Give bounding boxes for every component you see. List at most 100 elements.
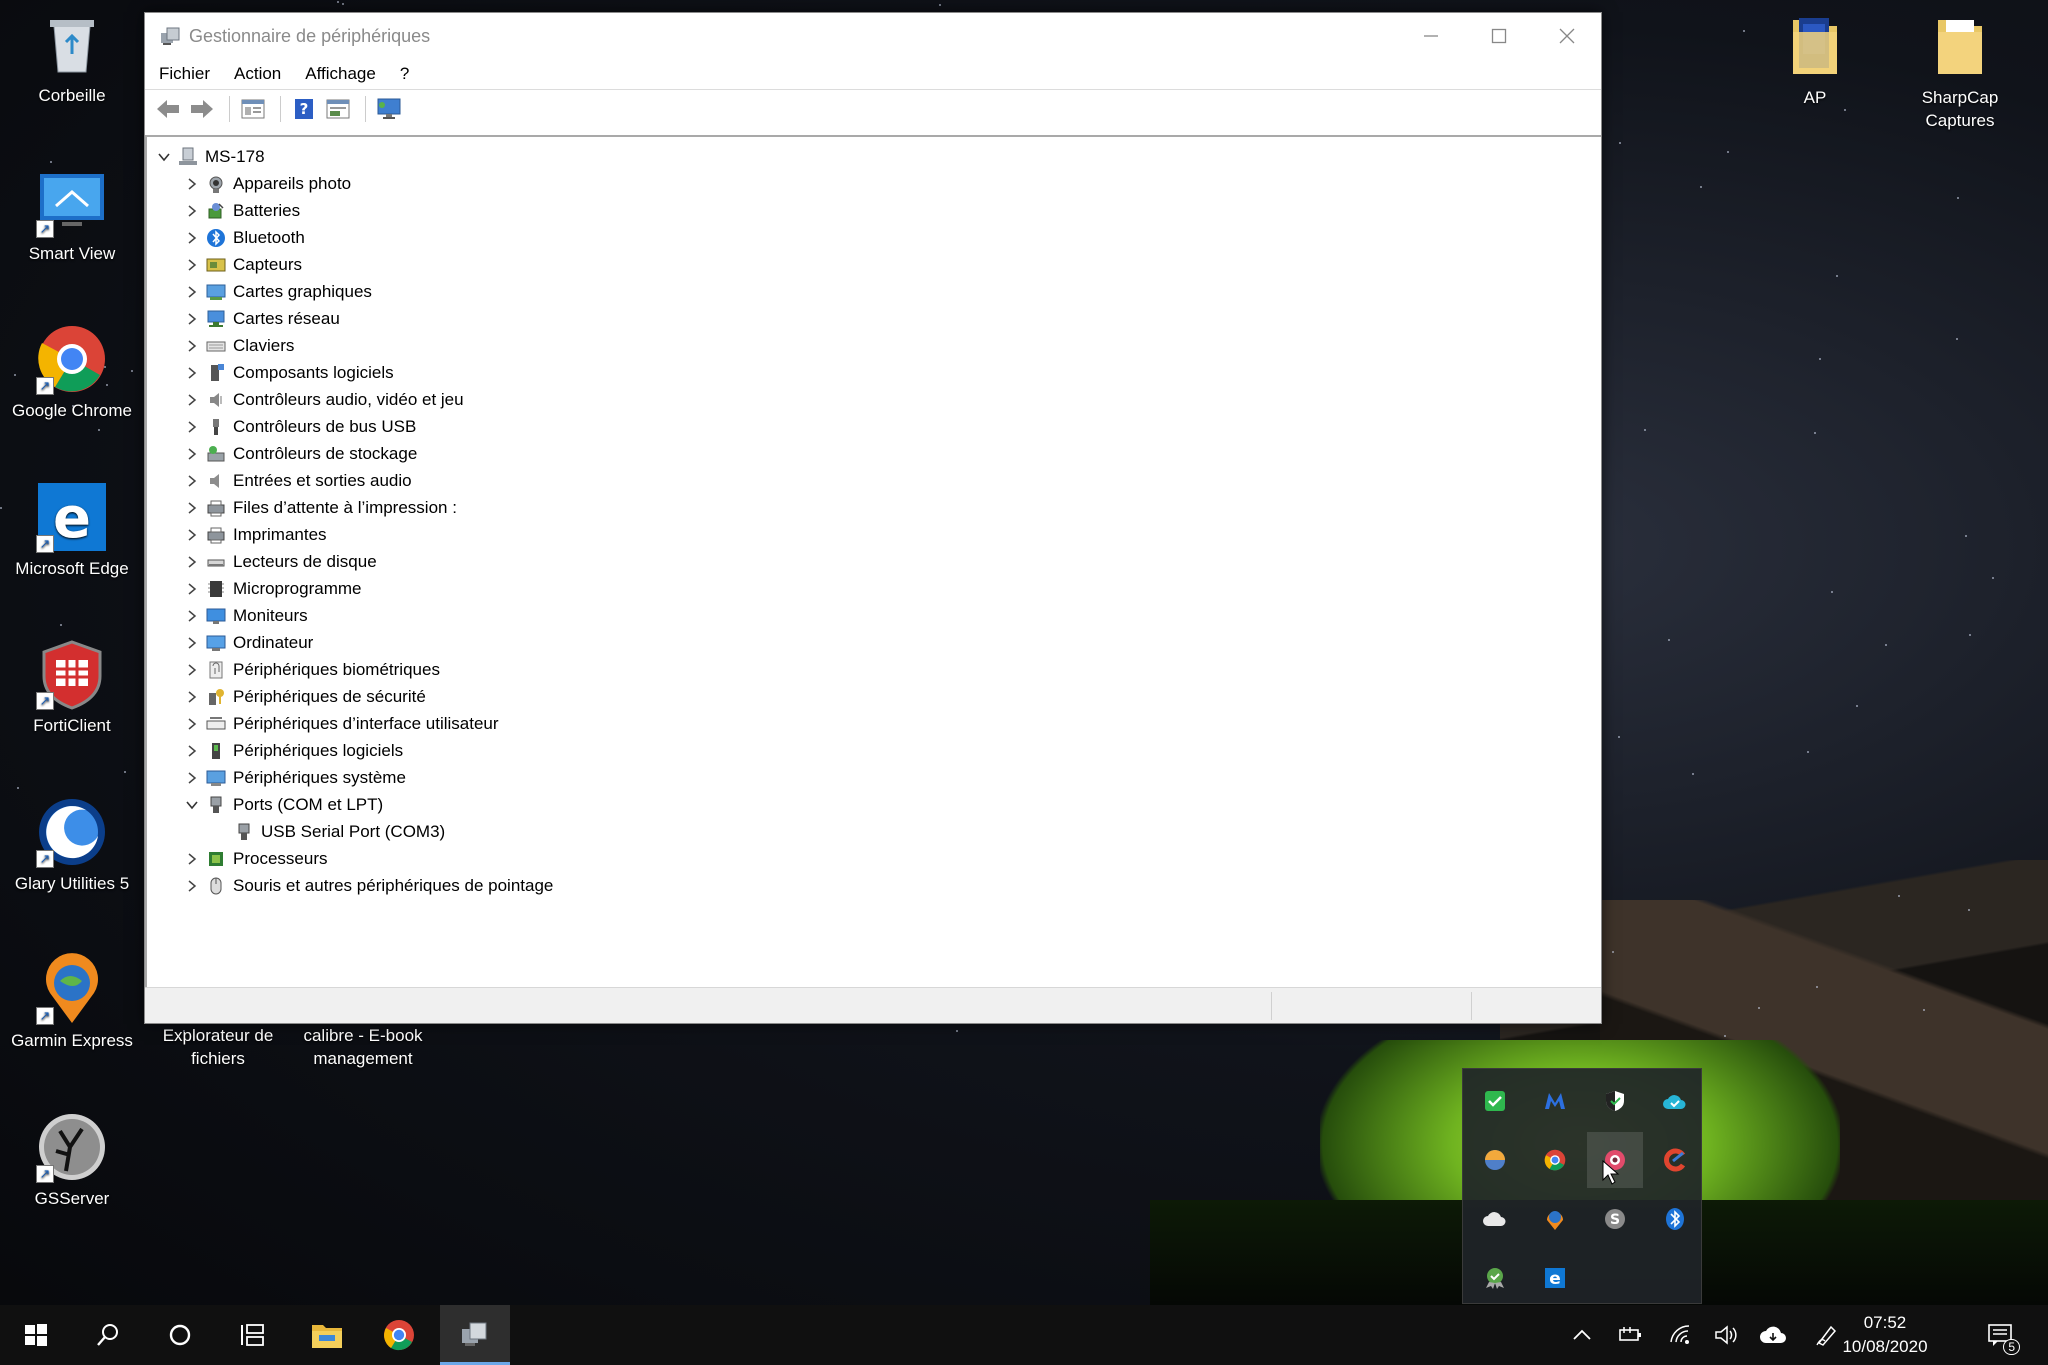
tray-cloud[interactable]: [1752, 1305, 1794, 1365]
minimize-button[interactable]: [1397, 13, 1465, 59]
maximize-button[interactable]: [1465, 13, 1533, 59]
close-button[interactable]: [1533, 13, 1601, 59]
taskbar-chrome[interactable]: [363, 1305, 435, 1365]
desktop-icon-forticlient[interactable]: ↗ FortiClient: [2, 638, 142, 737]
tree-node[interactable]: Périphériques d’interface utilisateur: [147, 710, 1601, 737]
tree-node[interactable]: Cartes graphiques: [147, 278, 1601, 305]
chevron-right-icon[interactable]: [183, 607, 201, 625]
tree-node[interactable]: Microprogramme: [147, 575, 1601, 602]
show-hidden-icons-button[interactable]: [1562, 1305, 1602, 1365]
chevron-right-icon[interactable]: [183, 580, 201, 598]
tree-node[interactable]: Appareils photo: [147, 170, 1601, 197]
security-check-icon[interactable]: [1467, 1073, 1523, 1129]
tree-node[interactable]: Ports (COM et LPT): [147, 791, 1601, 818]
chevron-right-icon[interactable]: [183, 526, 201, 544]
properties-icon[interactable]: [238, 94, 268, 124]
chevron-right-icon[interactable]: [183, 283, 201, 301]
chevron-right-icon[interactable]: [183, 715, 201, 733]
task-view-button[interactable]: [216, 1305, 288, 1365]
search-button[interactable]: [72, 1305, 144, 1365]
tray-wifi[interactable]: [1660, 1305, 1702, 1365]
chevron-right-icon[interactable]: [183, 472, 201, 490]
chevron-right-icon[interactable]: [183, 175, 201, 193]
chevron-right-icon[interactable]: [183, 553, 201, 571]
desktop-icon-sharpcap-captures[interactable]: SharpCap Captures: [1890, 10, 2030, 132]
desktop-icon-google-chrome[interactable]: ↗ Google Chrome: [2, 323, 142, 422]
tree-node[interactable]: Ordinateur: [147, 629, 1601, 656]
tree-root[interactable]: MS-178: [147, 143, 1601, 170]
tree-node[interactable]: Lecteurs de disque: [147, 548, 1601, 575]
chevron-right-icon[interactable]: [183, 229, 201, 247]
garmin-icon[interactable]: [1527, 1191, 1583, 1247]
chevron-right-icon[interactable]: [183, 202, 201, 220]
menu-action[interactable]: Action: [234, 64, 281, 84]
onedrive-icon[interactable]: [1467, 1191, 1523, 1247]
desktop-icon-corbeille[interactable]: Corbeille: [2, 8, 142, 107]
tree-node[interactable]: Claviers: [147, 332, 1601, 359]
chevron-right-icon[interactable]: [183, 391, 201, 409]
tree-node[interactable]: Cartes réseau: [147, 305, 1601, 332]
chevron-right-icon[interactable]: [183, 337, 201, 355]
desktop-icon-calibre[interactable]: calibre - E-book management: [293, 1024, 433, 1070]
cloud-check-icon[interactable]: [1647, 1073, 1703, 1129]
desktop-icon-file-explorer[interactable]: Explorateur de fichiers: [148, 1024, 288, 1070]
tree-node[interactable]: Périphériques biométriques: [147, 656, 1601, 683]
tree-node[interactable]: Batteries: [147, 197, 1601, 224]
bluetooth-icon[interactable]: [1647, 1191, 1703, 1247]
chevron-right-icon[interactable]: [183, 661, 201, 679]
tree-node[interactable]: Processeurs: [147, 845, 1601, 872]
taskbar-device-manager[interactable]: [440, 1305, 510, 1365]
tree-node[interactable]: Imprimantes: [147, 521, 1601, 548]
back-arrow-icon[interactable]: [153, 94, 183, 124]
taskbar-file-explorer[interactable]: [291, 1305, 363, 1365]
chevron-right-icon[interactable]: [183, 364, 201, 382]
start-button[interactable]: [0, 1305, 72, 1365]
desktop-icon-ap[interactable]: AP: [1745, 10, 1885, 109]
tree-node[interactable]: Périphériques logiciels: [147, 737, 1601, 764]
tree-node[interactable]: Contrôleurs audio, vidéo et jeu: [147, 386, 1601, 413]
malwarebytes-icon[interactable]: [1527, 1073, 1583, 1129]
chevron-right-icon[interactable]: [183, 688, 201, 706]
defender-shield-icon[interactable]: [1587, 1073, 1643, 1129]
edge-icon[interactable]: e: [1527, 1250, 1583, 1306]
tree-node[interactable]: Contrôleurs de bus USB: [147, 413, 1601, 440]
chevron-right-icon[interactable]: [183, 877, 201, 895]
tree-node[interactable]: Files d’attente à l’impression :: [147, 494, 1601, 521]
menu-fichier[interactable]: Fichier: [159, 64, 210, 84]
taskbar-clock[interactable]: 07:52 10/08/2020: [1830, 1311, 1940, 1359]
tree-node[interactable]: Bluetooth: [147, 224, 1601, 251]
desktop-icon-glary-utilities-5[interactable]: ↗ Glary Utilities 5: [2, 796, 142, 895]
action-center-button[interactable]: 5: [1976, 1305, 2026, 1365]
cortana-button[interactable]: [144, 1305, 216, 1365]
chevron-right-icon[interactable]: [183, 769, 201, 787]
ccleaner-icon[interactable]: [1647, 1132, 1703, 1188]
chevron-right-icon[interactable]: [183, 418, 201, 436]
tree-node[interactable]: Périphériques système: [147, 764, 1601, 791]
tray-volume[interactable]: [1706, 1305, 1748, 1365]
chevron-right-icon[interactable]: [183, 310, 201, 328]
chrome-icon[interactable]: [1527, 1132, 1583, 1188]
tree-node[interactable]: Entrées et sorties audio: [147, 467, 1601, 494]
chevron-right-icon[interactable]: [183, 850, 201, 868]
help-icon[interactable]: ?: [289, 94, 319, 124]
chevron-right-icon[interactable]: [183, 499, 201, 517]
device-tree-panel[interactable]: MS-178 Appareils photo Batteries Bluetooth…: [145, 135, 1601, 1001]
chevron-right-icon[interactable]: [183, 634, 201, 652]
view-icon[interactable]: [323, 94, 353, 124]
tree-node[interactable]: Périphériques de sécurité: [147, 683, 1601, 710]
tree-child-node[interactable]: USB Serial Port (COM3): [147, 818, 1601, 845]
desktop-icon-microsoft-edge[interactable]: e ↗ Microsoft Edge: [2, 481, 142, 580]
chevron-down-icon[interactable]: [155, 148, 173, 166]
balloon-icon[interactable]: [1467, 1132, 1523, 1188]
menu-help[interactable]: ?: [400, 64, 409, 84]
tray-power[interactable]: [1610, 1305, 1652, 1365]
desktop-icon-smart-view[interactable]: ↗ Smart View: [2, 166, 142, 265]
tree-node[interactable]: Capteurs: [147, 251, 1601, 278]
tree-node[interactable]: Moniteurs: [147, 602, 1601, 629]
monitor-icon[interactable]: [374, 94, 404, 124]
tree-node[interactable]: Composants logiciels: [147, 359, 1601, 386]
title-bar[interactable]: Gestionnaire de périphériques: [145, 13, 1601, 59]
chevron-down-icon[interactable]: [183, 796, 201, 814]
menu-affichage[interactable]: Affichage: [305, 64, 376, 84]
chevron-right-icon[interactable]: [183, 742, 201, 760]
